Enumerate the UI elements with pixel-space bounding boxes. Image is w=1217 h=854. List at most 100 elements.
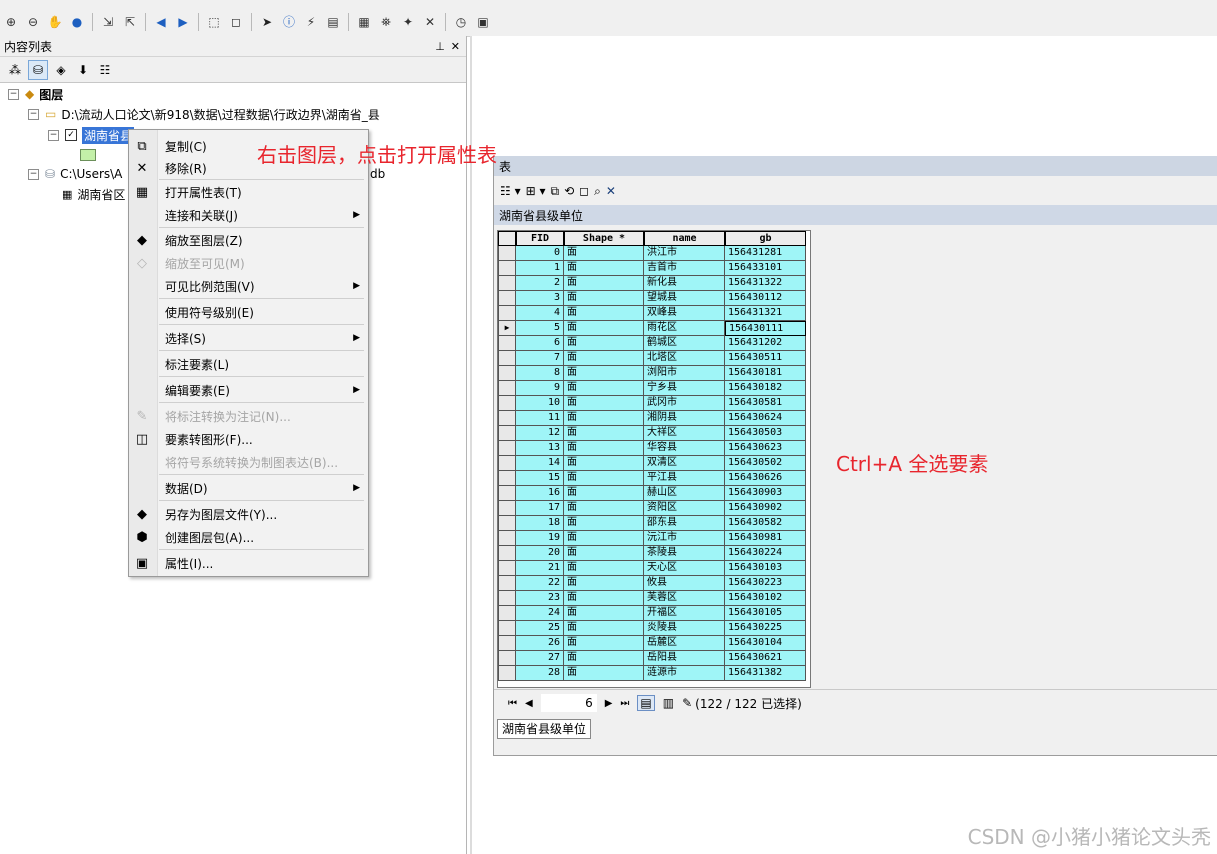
attribute-grid[interactable]: FID Shape * name gb 0 面洪江市 156431281 1 面吉首市 1… [497,230,811,688]
cell-name[interactable]: 芙蓉区 [644,591,725,606]
table-row[interactable]: 2 面新化县 156431322 [498,276,810,291]
cell-name[interactable]: 攸县 [644,576,725,591]
table-row[interactable]: 1 面吉首市 156433101 [498,261,810,276]
cell-name[interactable]: 双清区 [644,456,725,471]
cell-gb[interactable]: 156430502 [725,456,806,471]
cell-shape[interactable]: 面 [564,576,644,591]
list-by-source-icon[interactable]: ⛁ [28,59,48,80]
cell-shape[interactable]: 面 [564,651,644,666]
clear-selection-icon[interactable]: ◻ [579,182,589,200]
table-row[interactable]: 3 面望城县 156430112 [498,291,810,306]
layer-symbol-swatch[interactable] [80,149,96,161]
row-selector[interactable] [498,366,516,381]
menu-item-17[interactable]: ▣ 属性(I)... [129,552,368,574]
cell-name[interactable]: 涟源市 [644,666,725,681]
hyperlink-icon[interactable]: ⚡ [302,13,320,31]
cell-shape[interactable]: 面 [564,501,644,516]
row-selector[interactable] [498,441,516,456]
menu-item-4[interactable]: ◆ 缩放至图层(Z) [129,229,368,251]
cell-gb[interactable]: 156431382 [725,666,806,681]
cell-gb[interactable]: 156430104 [725,636,806,651]
table-row[interactable]: 15 面平江县 156430626 [498,471,810,486]
cell-gb[interactable]: 156430981 [725,531,806,546]
menu-item-6[interactable]: 可见比例范围(V) ▶ [129,275,368,297]
cell-shape[interactable]: 面 [564,621,644,636]
previous-record-icon[interactable]: ◀ [525,698,533,709]
cell-fid[interactable]: 4 [516,306,564,321]
pan-icon[interactable]: ✋ [46,13,64,31]
cell-shape[interactable]: 面 [564,636,644,651]
options-icon[interactable]: ☷ [96,61,114,79]
clear-selection-icon[interactable]: ◻ [227,13,245,31]
select-elements-icon[interactable]: ➤ [258,13,276,31]
cell-fid[interactable]: 22 [516,576,564,591]
cell-fid[interactable]: 21 [516,561,564,576]
cell-shape[interactable]: 面 [564,291,644,306]
row-selector[interactable] [498,606,516,621]
cell-name[interactable]: 武冈市 [644,396,725,411]
cell-gb[interactable]: 156430582 [725,516,806,531]
cell-name[interactable]: 岳阳县 [644,651,725,666]
table-row[interactable]: 8 面浏阳市 156430181 [498,366,810,381]
forward-icon[interactable]: ▶ [174,13,192,31]
cell-shape[interactable]: 面 [564,261,644,276]
cell-name[interactable]: 华容县 [644,441,725,456]
collapse-icon[interactable]: − [28,108,39,120]
cell-fid[interactable]: 0 [516,246,564,261]
menu-item-16[interactable]: ⬢ 创建图层包(A)... [129,526,368,548]
cell-fid[interactable]: 19 [516,531,564,546]
table-row[interactable]: 0 面洪江市 156431281 [498,246,810,261]
cell-gb[interactable]: 156430624 [725,411,806,426]
table-row[interactable]: 21 面天心区 156430103 [498,561,810,576]
cell-name[interactable]: 鹤城区 [644,336,725,351]
list-by-drawing-order-icon[interactable]: ⁂ [6,61,24,79]
tree-folder-2[interactable]: − ⛁ C:\Users\A [28,165,122,183]
cell-fid[interactable]: 24 [516,606,564,621]
cell-fid[interactable]: 6 [516,336,564,351]
cell-name[interactable]: 天心区 [644,561,725,576]
select-by-attributes-icon[interactable]: ⧉ [551,182,560,200]
first-record-icon[interactable]: ⏮ [508,698,517,709]
cell-fid[interactable]: 16 [516,486,564,501]
cell-fid[interactable]: 9 [516,381,564,396]
cell-gb[interactable]: 156430105 [725,606,806,621]
cell-shape[interactable]: 面 [564,591,644,606]
row-selector[interactable] [498,591,516,606]
cell-shape[interactable]: 面 [564,366,644,381]
cell-fid[interactable]: 13 [516,441,564,456]
cell-fid[interactable]: 23 [516,591,564,606]
cell-gb[interactable]: 156430102 [725,591,806,606]
collapse-icon[interactable]: − [28,168,39,180]
table-row[interactable]: 7 面北塔区 156430511 [498,351,810,366]
cell-shape[interactable]: 面 [564,246,644,261]
cell-fid[interactable]: 25 [516,621,564,636]
cell-shape[interactable]: 面 [564,336,644,351]
cell-gb[interactable]: 156430111 [725,321,806,336]
cell-gb[interactable]: 156431322 [725,276,806,291]
cell-shape[interactable]: 面 [564,321,644,336]
cell-gb[interactable]: 156430181 [725,366,806,381]
cell-gb[interactable]: 156430503 [725,426,806,441]
row-selector[interactable] [498,336,516,351]
cell-gb[interactable]: 156430225 [725,621,806,636]
cell-shape[interactable]: 面 [564,396,644,411]
cell-gb[interactable]: 156430112 [725,291,806,306]
cell-name[interactable]: 赫山区 [644,486,725,501]
current-record-field[interactable]: 6 [540,694,597,712]
cell-shape[interactable]: 面 [564,606,644,621]
cell-shape[interactable]: 面 [564,306,644,321]
table-row[interactable]: 23 面芙蓉区 156430102 [498,591,810,606]
cell-shape[interactable]: 面 [564,471,644,486]
table-row[interactable]: 24 面开福区 156430105 [498,606,810,621]
cell-fid[interactable]: 1 [516,261,564,276]
cell-name[interactable]: 开福区 [644,606,725,621]
cell-name[interactable]: 岳麓区 [644,636,725,651]
cell-shape[interactable]: 面 [564,411,644,426]
collapse-icon[interactable]: − [8,88,19,100]
column-header-gb[interactable]: gb [725,231,806,246]
row-selector-header[interactable] [498,231,516,246]
cell-shape[interactable]: 面 [564,516,644,531]
related-tables-icon[interactable]: ⊞ ▾ [526,182,546,200]
column-header-fid[interactable]: FID [516,231,564,246]
table-row[interactable]: 12 面大祥区 156430503 [498,426,810,441]
